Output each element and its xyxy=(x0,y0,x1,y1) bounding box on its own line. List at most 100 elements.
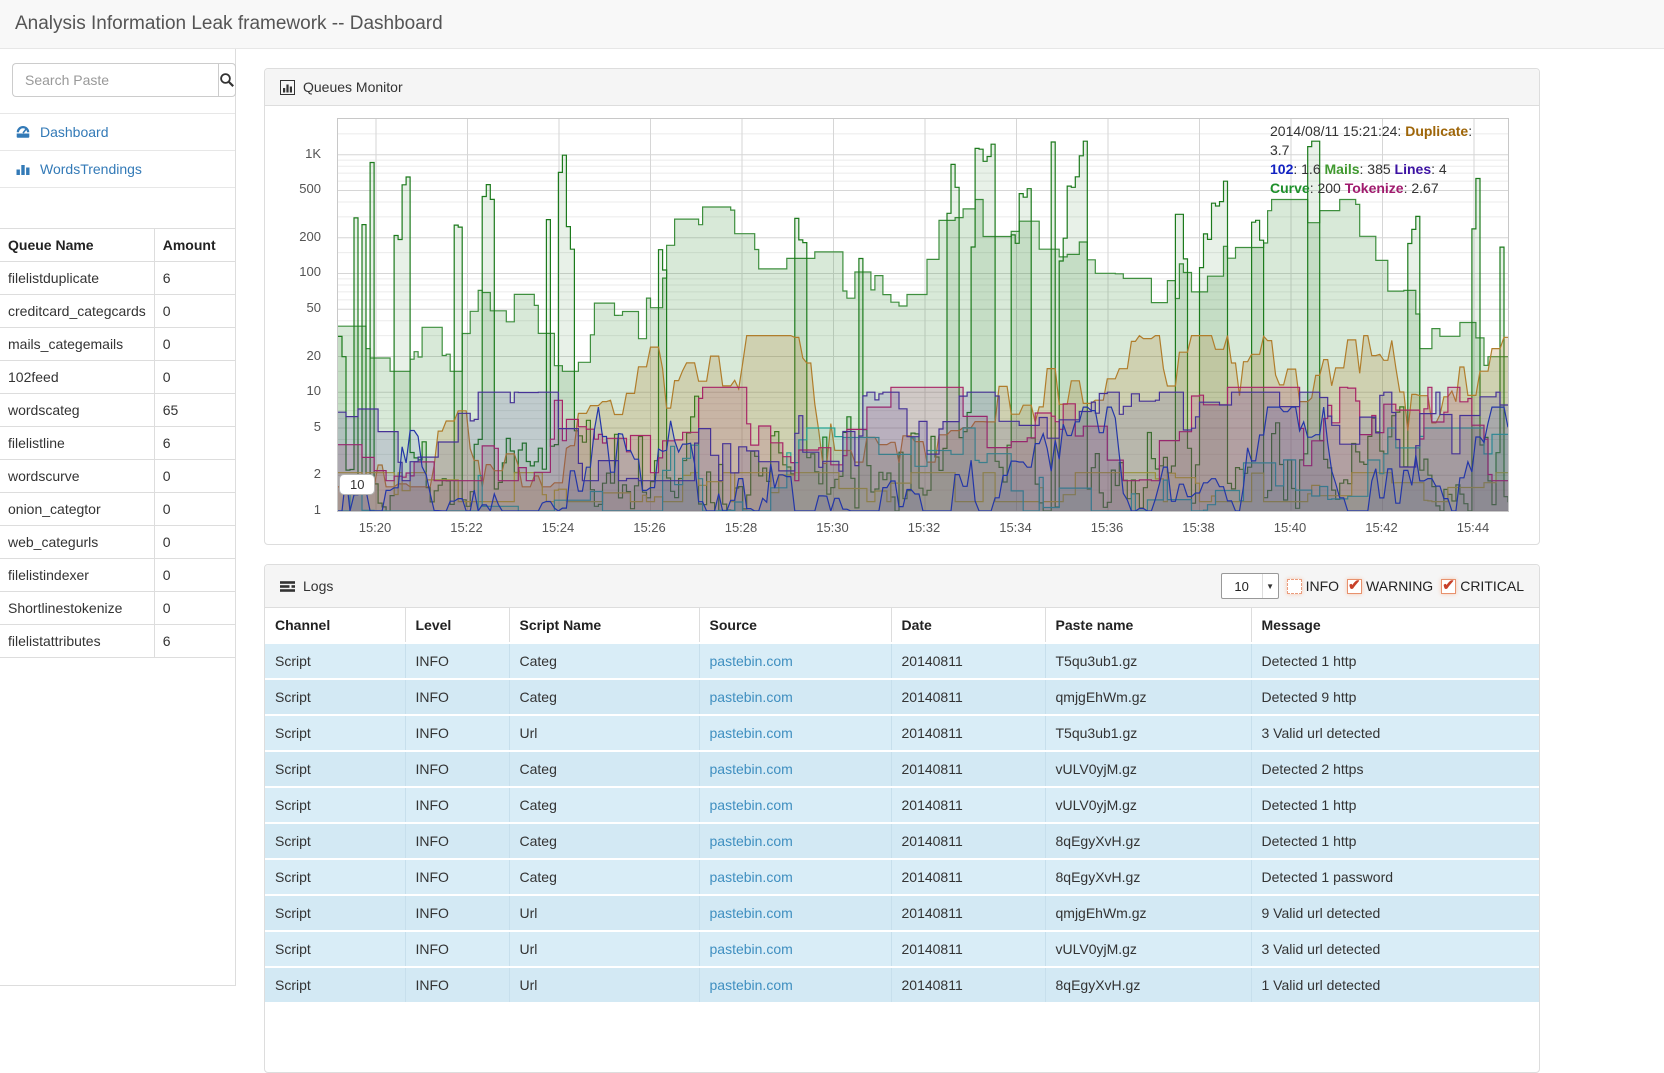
queue-row: filelistduplicate6 xyxy=(0,262,236,295)
filter-label: INFO xyxy=(1306,578,1339,594)
sidebar-item-wordstrendings[interactable]: WordsTrendings xyxy=(0,150,235,188)
queues-monitor-heading: Queues Monitor xyxy=(265,69,1539,106)
dashboard-icon xyxy=(15,124,31,140)
logs-controls: 10 ▼ INFO ✔WARNING ✔CRITICAL xyxy=(1221,573,1524,599)
source-cell: pastebin.com xyxy=(699,859,891,895)
search-group xyxy=(12,63,223,97)
queue-row: web_categurls0 xyxy=(0,526,236,559)
script-name-cell: Categ xyxy=(509,643,699,679)
logs-col-header: Paste name xyxy=(1045,608,1251,643)
message-cell: 1 Valid url detected xyxy=(1251,967,1539,1002)
message-cell: Detected 1 http xyxy=(1251,823,1539,859)
source-link[interactable]: pastebin.com xyxy=(710,653,793,669)
queues-monitor-panel: Queues Monitor 1K500200100502010521 2014… xyxy=(264,68,1540,545)
queue-row: filelistindexer0 xyxy=(0,559,236,592)
table-row: ScriptINFOCategpastebin.com201408118qEgy… xyxy=(265,823,1539,859)
channel-cell: Script xyxy=(265,895,405,931)
sidebar-item-label: WordsTrendings xyxy=(40,161,142,177)
queue-name-cell: filelistindexer xyxy=(0,559,154,592)
table-row: ScriptINFOCategpastebin.com201408118qEgy… xyxy=(265,859,1539,895)
x-tick-label: 15:26 xyxy=(620,520,680,535)
queue-row: Shortlinestokenize0 xyxy=(0,592,236,625)
x-tick-label: 15:40 xyxy=(1260,520,1320,535)
source-cell: pastebin.com xyxy=(699,679,891,715)
queue-amount-cell: 0 xyxy=(154,559,236,592)
paste-name-cell: T5qu3ub1.gz xyxy=(1045,715,1251,751)
filter-info[interactable]: INFO xyxy=(1287,578,1339,594)
paste-name-cell: 8qEgyXvH.gz xyxy=(1045,823,1251,859)
search-button[interactable] xyxy=(218,63,236,97)
source-link[interactable]: pastebin.com xyxy=(710,689,793,705)
sidebar-item-dashboard[interactable]: Dashboard xyxy=(0,113,235,150)
x-tick-label: 15:42 xyxy=(1352,520,1412,535)
source-link[interactable]: pastebin.com xyxy=(710,833,793,849)
message-cell: Detected 1 http xyxy=(1251,787,1539,823)
source-cell: pastebin.com xyxy=(699,643,891,679)
channel-cell: Script xyxy=(265,967,405,1002)
y-tick-label: 50 xyxy=(275,300,329,315)
queue-amount-cell: 0 xyxy=(154,460,236,493)
queue-table-header-row: Queue Name Amount xyxy=(0,229,236,262)
queue-amount-cell: 0 xyxy=(154,526,236,559)
top-navbar: Analysis Information Leak framework -- D… xyxy=(0,0,1664,49)
chart-tooltip: 10 xyxy=(339,474,375,495)
date-cell: 20140811 xyxy=(891,751,1045,787)
checkbox-unchecked-icon[interactable] xyxy=(1287,579,1302,594)
source-link[interactable]: pastebin.com xyxy=(710,797,793,813)
table-row: ScriptINFOCategpastebin.com20140811vULV0… xyxy=(265,751,1539,787)
filter-critical[interactable]: ✔CRITICAL xyxy=(1441,578,1524,594)
script-name-cell: Url xyxy=(509,931,699,967)
level-cell: INFO xyxy=(405,895,509,931)
queues-chart-area: 1K500200100502010521 2014/08/11 15:21:24… xyxy=(275,112,1529,536)
checkbox-checked-icon[interactable]: ✔ xyxy=(1347,579,1362,594)
table-row: ScriptINFOCategpastebin.com20140811qmjgE… xyxy=(265,679,1539,715)
queue-name-header: Queue Name xyxy=(0,229,154,262)
date-cell: 20140811 xyxy=(891,643,1045,679)
level-cell: INFO xyxy=(405,967,509,1002)
x-tick-label: 15:34 xyxy=(986,520,1046,535)
page-size-select[interactable]: 10 ▼ xyxy=(1221,573,1279,599)
script-name-cell: Categ xyxy=(509,859,699,895)
message-cell: 9 Valid url detected xyxy=(1251,895,1539,931)
queue-name-cell: creditcard_categcards xyxy=(0,295,154,328)
queues-chart-plot[interactable]: 2014/08/11 15:21:24: Duplicate: 3.7102: … xyxy=(337,118,1509,512)
queue-amount-cell: 6 xyxy=(154,427,236,460)
message-cell: Detected 2 https xyxy=(1251,751,1539,787)
logs-panel-padding xyxy=(265,1002,1539,1072)
chart-legend: 2014/08/11 15:21:24: Duplicate: 3.7102: … xyxy=(1270,122,1494,198)
filter-warning[interactable]: ✔WARNING xyxy=(1347,578,1433,594)
queue-row: onion_categtor0 xyxy=(0,493,236,526)
source-link[interactable]: pastebin.com xyxy=(710,725,793,741)
x-tick-label: 15:38 xyxy=(1169,520,1229,535)
paste-name-cell: vULV0yjM.gz xyxy=(1045,931,1251,967)
source-link[interactable]: pastebin.com xyxy=(710,941,793,957)
queue-name-cell: onion_categtor xyxy=(0,493,154,526)
checkbox-checked-icon[interactable]: ✔ xyxy=(1441,579,1456,594)
queue-amount-cell: 6 xyxy=(154,625,236,658)
queue-name-cell: Shortlinestokenize xyxy=(0,592,154,625)
channel-cell: Script xyxy=(265,823,405,859)
x-tick-label: 15:20 xyxy=(345,520,405,535)
source-link[interactable]: pastebin.com xyxy=(710,869,793,885)
source-link[interactable]: pastebin.com xyxy=(710,977,793,993)
queue-row: creditcard_categcards0 xyxy=(0,295,236,328)
level-cell: INFO xyxy=(405,679,509,715)
level-cell: INFO xyxy=(405,643,509,679)
source-link[interactable]: pastebin.com xyxy=(710,905,793,921)
search-input[interactable] xyxy=(12,63,218,97)
script-name-cell: Url xyxy=(509,967,699,1002)
legend-line: Curve: 200 Tokenize: 2.67 xyxy=(1270,179,1494,198)
queue-row: filelistline6 xyxy=(0,427,236,460)
script-name-cell: Categ xyxy=(509,679,699,715)
queue-name-cell: 102feed xyxy=(0,361,154,394)
logs-heading: Logs 10 ▼ INFO✔WARNING✔CRITICAL xyxy=(265,565,1539,608)
logs-col-header: Level xyxy=(405,608,509,643)
date-cell: 20140811 xyxy=(891,787,1045,823)
source-link[interactable]: pastebin.com xyxy=(710,761,793,777)
x-tick-label: 15:36 xyxy=(1077,520,1137,535)
table-row: ScriptINFOCategpastebin.com20140811T5qu3… xyxy=(265,643,1539,679)
table-row: ScriptINFOCategpastebin.com20140811vULV0… xyxy=(265,787,1539,823)
y-tick-label: 2 xyxy=(275,466,329,481)
source-cell: pastebin.com xyxy=(699,787,891,823)
channel-cell: Script xyxy=(265,679,405,715)
